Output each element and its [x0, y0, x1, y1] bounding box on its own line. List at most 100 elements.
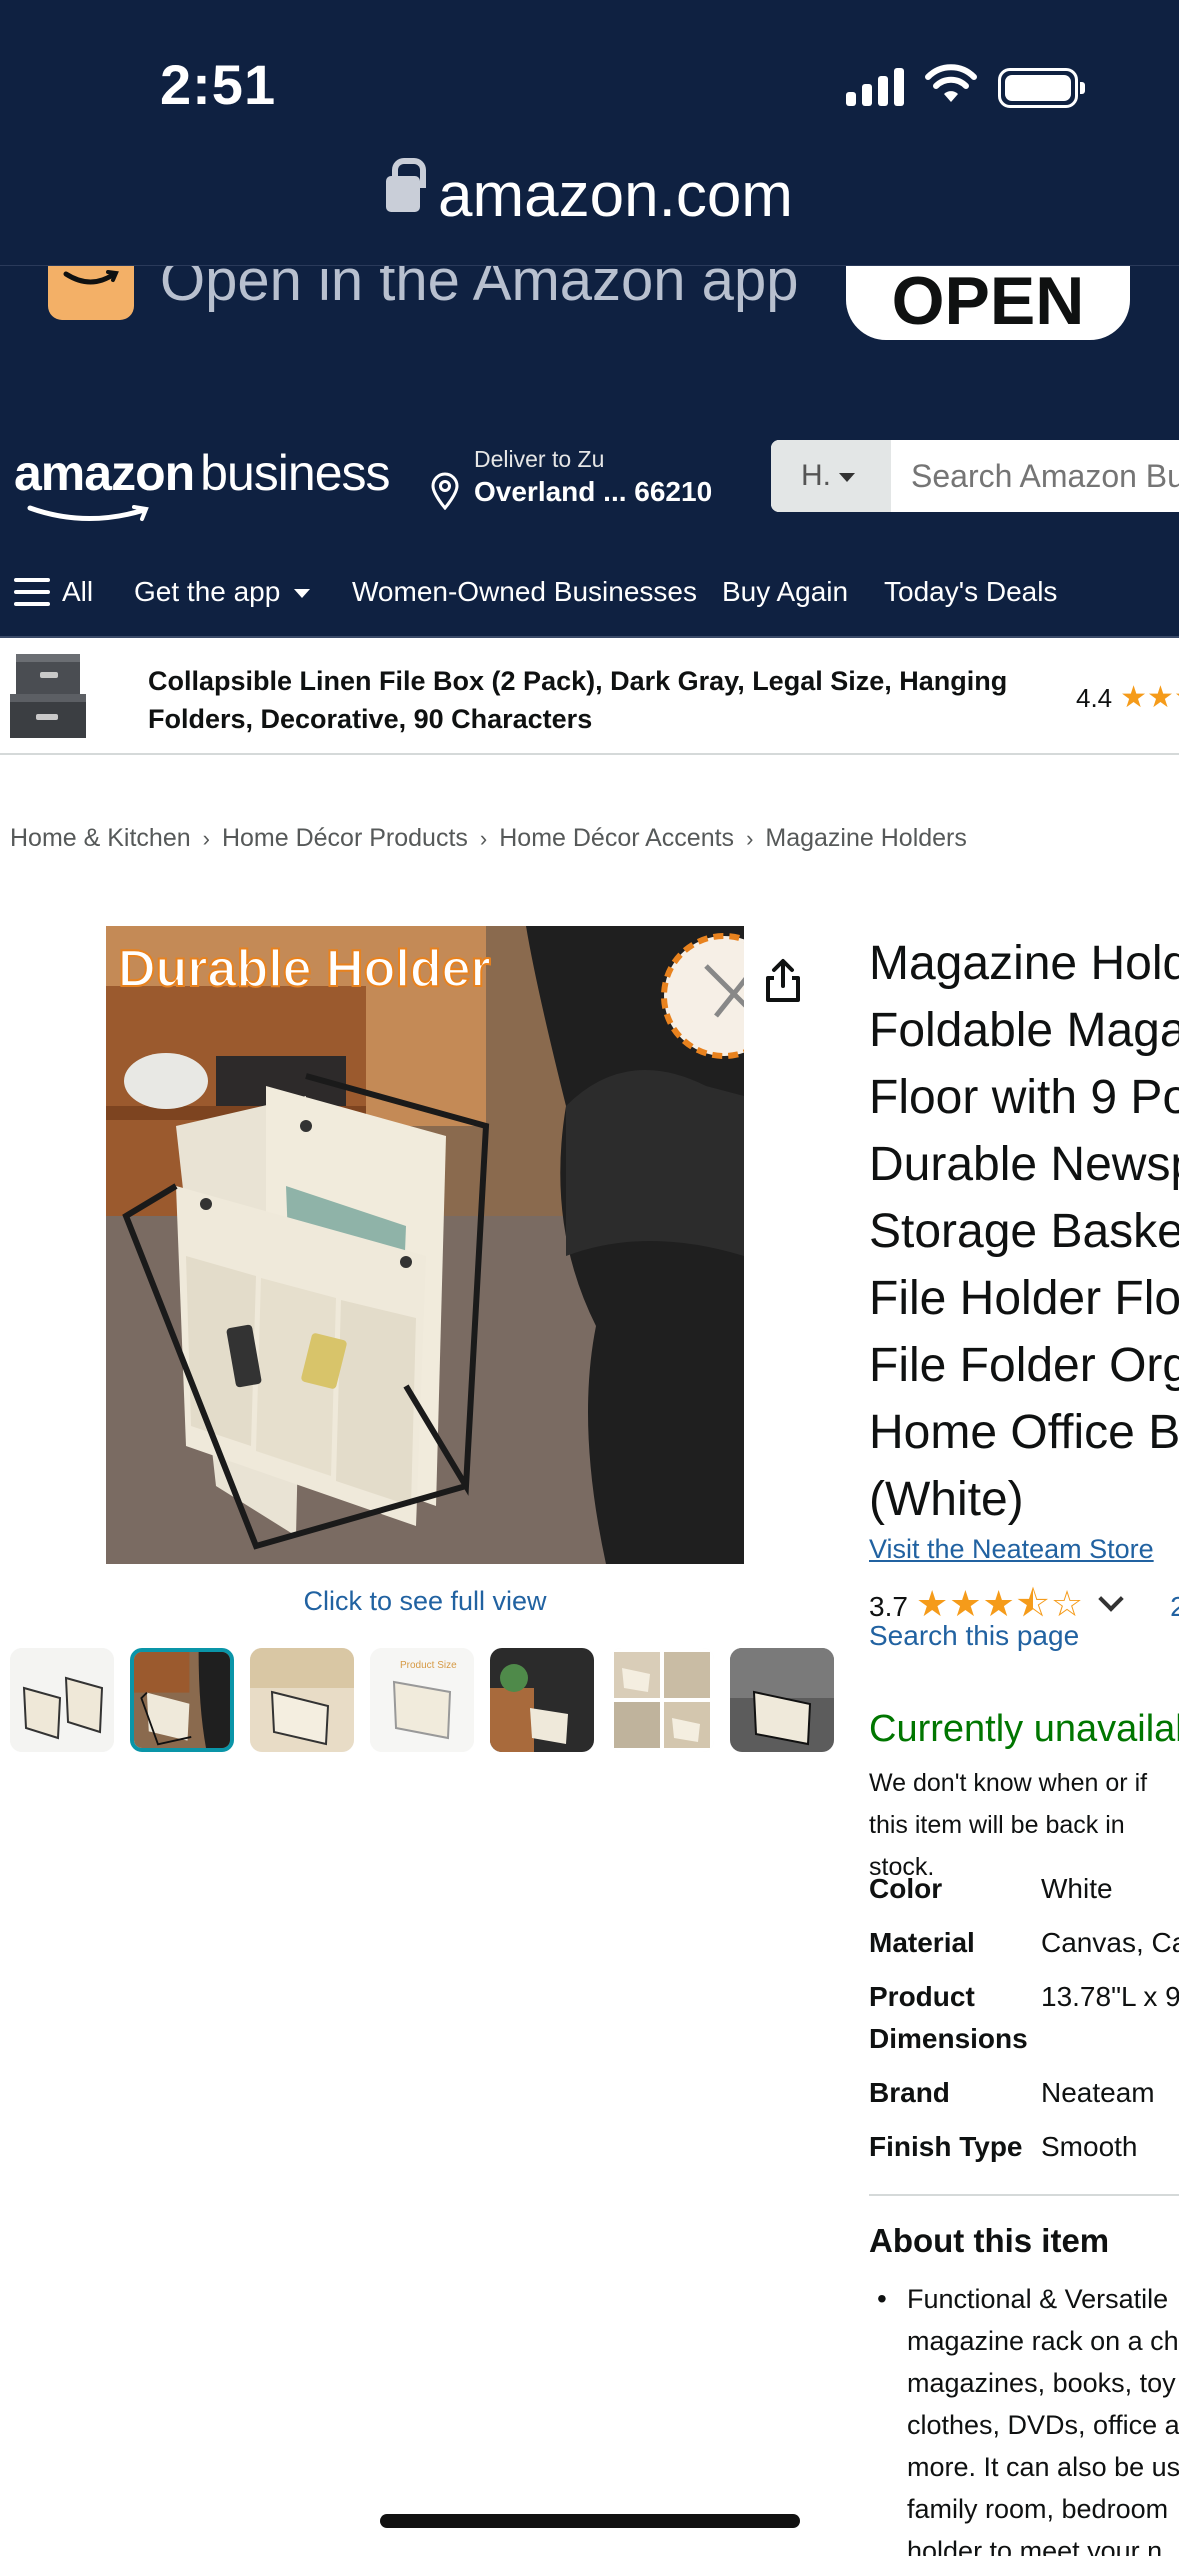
- about-line: holder to meet your n: [907, 2536, 1163, 2556]
- sponsored-product-strip[interactable]: Collapsible Linen File Box (2 Pack), Dar…: [0, 640, 1179, 755]
- site-header: amazon business Deliver to Zu Overland ..…: [0, 412, 1179, 552]
- open-in-app-banner: Open in the Amazon app OPEN: [0, 265, 1179, 412]
- spec-row: Product Dimensions 13.78"L x 9: [869, 1976, 1179, 2060]
- spec-row: Brand Neateam: [869, 2072, 1179, 2114]
- breadcrumb-separator-icon: ›: [746, 826, 754, 851]
- wifi-icon: [925, 64, 977, 102]
- spec-label: Material: [869, 1927, 975, 1958]
- spec-value: Smooth: [1041, 2131, 1138, 2162]
- nav-bar: All Get the app Women-Owned Businesses B…: [0, 552, 1179, 638]
- section-divider: [869, 2194, 1179, 2196]
- durable-holder-overlay-text: Durable Holder: [118, 940, 491, 998]
- spec-value: 13.78"L x 9: [1041, 1981, 1179, 2012]
- spec-row: Color White: [869, 1868, 1179, 1910]
- svg-text:Product Size: Product Size: [400, 1660, 457, 1671]
- nav-get-the-app[interactable]: Get the app: [134, 576, 311, 608]
- product-title-line: Foldable Magazine: [869, 1004, 1179, 1057]
- chevron-down-icon: [294, 589, 311, 599]
- url-bar[interactable]: amazon.com: [0, 157, 1179, 231]
- lock-icon: [386, 157, 427, 212]
- breadcrumb: Home & Kitchen › Home Décor Products › Home …: [10, 824, 967, 853]
- spec-value: Canvas, Ca: [1041, 1927, 1179, 1958]
- logo-word-amazon: amazon: [14, 445, 195, 501]
- product-title-line: Floor with 9 Pockets: [869, 1071, 1179, 1124]
- sponsored-product-title: Collapsible Linen File Box (2 Pack), Dar…: [148, 666, 1008, 734]
- about-bullet-text: Functional & Versatile magazine rack on …: [907, 2278, 1179, 2556]
- product-title: Magazine Holder Foldable Magazine Floor …: [869, 930, 1179, 1533]
- sponsored-product-rating: 4.4★★★★★: [1076, 680, 1179, 715]
- deliver-to-label: Deliver to Zu: [474, 446, 605, 472]
- about-this-item-heading: About this item: [869, 2222, 1110, 2259]
- magazine-holder-photo: Durable Holder: [106, 926, 744, 1564]
- thumbnail-1[interactable]: [10, 1648, 114, 1752]
- search-category-value: H.: [801, 459, 831, 492]
- thumbnail-6[interactable]: [610, 1648, 714, 1752]
- spec-row: Finish Type Smooth: [869, 2126, 1179, 2168]
- availability-status: Currently unavailable.: [869, 1708, 1179, 1750]
- about-line: magazine rack on a ch: [907, 2326, 1179, 2356]
- about-line: family room, bedroom: [907, 2494, 1169, 2524]
- search-bar: H.: [771, 440, 1179, 512]
- spec-row: Material Canvas, Ca: [869, 1922, 1179, 1964]
- nav-buy-again[interactable]: Buy Again: [722, 576, 848, 608]
- hamburger-menu-icon[interactable]: [14, 578, 50, 608]
- spec-value: White: [1041, 1873, 1113, 1904]
- logo-word-business: business: [200, 445, 390, 501]
- rating-value: 3.7: [869, 1591, 908, 1622]
- spec-label: Color: [869, 1873, 943, 1904]
- chevron-down-icon: [839, 472, 855, 482]
- main-product-image[interactable]: Durable Holder: [106, 926, 744, 1564]
- thumbnail-7[interactable]: [730, 1648, 834, 1752]
- url-domain: amazon.com: [438, 161, 793, 230]
- star-rating-icon: ★★★⯪☆: [915, 1583, 1085, 1624]
- thumbnail-4[interactable]: Product Size: [370, 1648, 474, 1752]
- star-rating-icon: ★★★★★: [1120, 681, 1179, 714]
- rating-count-link[interactable]: 2: [1170, 1591, 1179, 1622]
- share-icon[interactable]: [758, 956, 808, 1006]
- visit-store-link[interactable]: Visit the Neateam Store: [869, 1534, 1154, 1565]
- search-category-dropdown[interactable]: H.: [771, 440, 891, 512]
- nav-women-owned-businesses[interactable]: Women-Owned Businesses: [352, 576, 697, 608]
- product-title-line: Storage Basket: [869, 1205, 1179, 1258]
- about-line: more. It can also be us: [907, 2452, 1179, 2482]
- about-line: clothes, DVDs, office a: [907, 2410, 1179, 2440]
- breadcrumb-home-decor-accents[interactable]: Home Décor Accents: [499, 824, 734, 852]
- product-title-line: (White): [869, 1473, 1024, 1526]
- breadcrumb-home-decor-products[interactable]: Home Décor Products: [222, 824, 468, 852]
- nav-all[interactable]: All: [62, 576, 93, 608]
- battery-icon: [998, 68, 1085, 108]
- thumbnail-3[interactable]: [250, 1648, 354, 1752]
- click-to-see-full-view-link[interactable]: Click to see full view: [0, 1586, 850, 1617]
- status-time: 2:51: [160, 53, 277, 116]
- product-title-line: Durable Newspaper: [869, 1138, 1179, 1191]
- bullet-icon: •: [877, 2283, 887, 2314]
- chevron-down-icon[interactable]: [1098, 1586, 1124, 1612]
- thumbnail-5[interactable]: [490, 1648, 594, 1752]
- file-box-product-image: [10, 654, 86, 738]
- product-title-line: File Folder Organizer: [869, 1339, 1179, 1392]
- about-line: magazines, books, toy: [907, 2368, 1176, 2398]
- sponsored-rating-value: 4.4: [1076, 683, 1113, 713]
- product-title-line: Magazine Holder: [869, 937, 1179, 990]
- nav-todays-deals[interactable]: Today's Deals: [884, 576, 1057, 608]
- thumbnail-2-selected[interactable]: [130, 1648, 234, 1752]
- search-this-page-link[interactable]: Search this page: [869, 1620, 1079, 1652]
- product-specs: Color White Material Canvas, Ca Product Di…: [869, 1868, 1179, 2180]
- location-pin-icon: [431, 472, 459, 510]
- breadcrumb-magazine-holders[interactable]: Magazine Holders: [765, 824, 967, 852]
- search-input[interactable]: [891, 440, 1179, 512]
- cellular-signal-icon: [846, 66, 906, 106]
- open-app-button[interactable]: OPEN: [846, 266, 1130, 340]
- product-title-line: File Holder Floor: [869, 1272, 1179, 1325]
- spec-label: Brand: [869, 2077, 950, 2108]
- spec-label: Finish Type: [869, 2131, 1023, 2162]
- breadcrumb-home-kitchen[interactable]: Home & Kitchen: [10, 824, 191, 852]
- amazon-business-logo[interactable]: amazon business: [14, 444, 391, 502]
- product-title-line: Home Office Bedroom: [869, 1406, 1179, 1459]
- spec-value: Neateam: [1041, 2077, 1155, 2108]
- about-line: Functional & Versatile: [907, 2284, 1169, 2314]
- home-indicator[interactable]: [380, 2514, 800, 2528]
- breadcrumb-separator-icon: ›: [479, 826, 488, 851]
- open-in-app-text: Open in the Amazon app: [160, 265, 799, 313]
- spec-label: Product Dimensions: [869, 1981, 1028, 2054]
